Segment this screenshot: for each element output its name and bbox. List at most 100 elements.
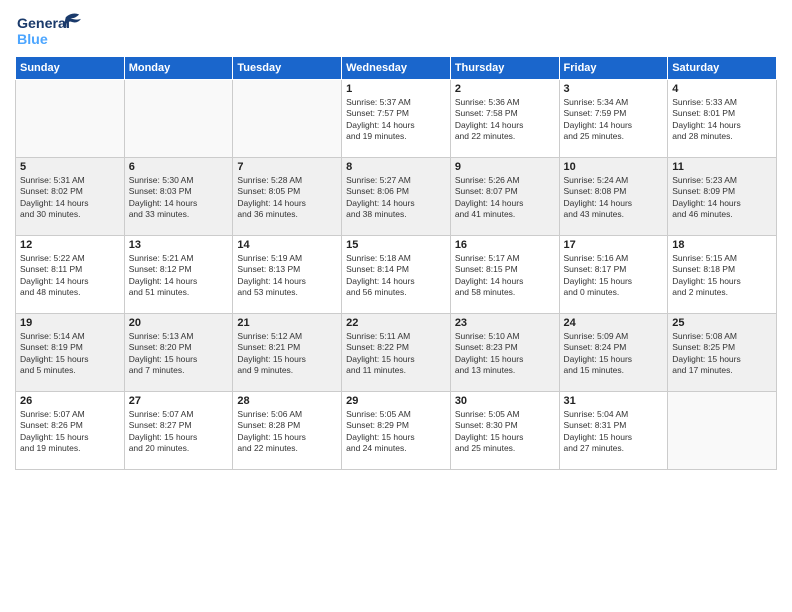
day-number: 6 bbox=[129, 161, 229, 173]
svg-text:General: General bbox=[17, 16, 70, 32]
day-number: 16 bbox=[455, 239, 555, 251]
day-number: 7 bbox=[237, 161, 337, 173]
calendar-cell: 22Sunrise: 5:11 AM Sunset: 8:22 PM Dayli… bbox=[342, 314, 451, 392]
cell-info: Sunrise: 5:21 AM Sunset: 8:12 PM Dayligh… bbox=[129, 253, 229, 299]
day-number: 9 bbox=[455, 161, 555, 173]
page-container: General Blue SundayMondayTuesdayWednesda… bbox=[0, 0, 792, 478]
calendar-cell: 1Sunrise: 5:37 AM Sunset: 7:57 PM Daylig… bbox=[342, 80, 451, 158]
calendar-cell: 23 Sunrise: 5:10 AM Sunset: 8:23 PM Dayli… bbox=[450, 314, 559, 392]
calendar-cell: 11Sunrise: 5:23 AM Sunset: 8:09 PM Dayli… bbox=[668, 158, 777, 236]
day-number: 26 bbox=[20, 395, 120, 407]
weekday-header-saturday: Saturday bbox=[668, 57, 777, 80]
day-number: 10 bbox=[564, 161, 664, 173]
weekday-header-row: SundayMondayTuesdayWednesdayThursdayFrid… bbox=[16, 57, 777, 80]
svg-text:Blue: Blue bbox=[17, 32, 48, 48]
weekday-header-sunday: Sunday bbox=[16, 57, 125, 80]
calendar-cell: 28 Sunrise: 5:06 AM Sunset: 8:28 PM Dayli… bbox=[233, 392, 342, 470]
day-number: 31 bbox=[564, 395, 664, 407]
calendar-cell: 27 Sunrise: 5:07 AM Sunset: 8:27 PM Dayli… bbox=[124, 392, 233, 470]
day-number: 15 bbox=[346, 239, 446, 251]
day-number: 3 bbox=[564, 83, 664, 95]
day-number: 13 bbox=[129, 239, 229, 251]
cell-info: Sunrise: 5:06 AM Sunset: 8:28 PM Dayligh… bbox=[237, 409, 337, 455]
day-number: 17 bbox=[564, 239, 664, 251]
calendar-cell: 8Sunrise: 5:27 AM Sunset: 8:06 PM Daylig… bbox=[342, 158, 451, 236]
cell-info: Sunrise: 5:13 AM Sunset: 8:20 PM Dayligh… bbox=[129, 331, 229, 377]
calendar-cell: 15 Sunrise: 5:18 AM Sunset: 8:14 PM Dayli… bbox=[342, 236, 451, 314]
cell-info: Sunrise: 5:28 AM Sunset: 8:05 PM Dayligh… bbox=[237, 175, 337, 221]
weekday-header-wednesday: Wednesday bbox=[342, 57, 451, 80]
calendar-cell: 13 Sunrise: 5:21 AM Sunset: 8:12 PM Dayli… bbox=[124, 236, 233, 314]
day-number: 23 bbox=[455, 317, 555, 329]
cell-info: Sunrise: 5:05 AM Sunset: 8:30 PM Dayligh… bbox=[455, 409, 555, 455]
calendar-cell: 26Sunrise: 5:07 AM Sunset: 8:26 PM Dayli… bbox=[16, 392, 125, 470]
calendar-week-4: 19 Sunrise: 5:14 AM Sunset: 8:19 PM Dayli… bbox=[16, 314, 777, 392]
logo-svg: General Blue bbox=[15, 10, 90, 50]
day-number: 27 bbox=[129, 395, 229, 407]
day-number: 30 bbox=[455, 395, 555, 407]
calendar-cell: 16Sunrise: 5:17 AM Sunset: 8:15 PM Dayli… bbox=[450, 236, 559, 314]
day-number: 5 bbox=[20, 161, 120, 173]
calendar-week-2: 5Sunrise: 5:31 AM Sunset: 8:02 PM Daylig… bbox=[16, 158, 777, 236]
header: General Blue bbox=[15, 10, 777, 50]
calendar-cell: 7 Sunrise: 5:28 AM Sunset: 8:05 PM Daylig… bbox=[233, 158, 342, 236]
cell-info: Sunrise: 5:12 AM Sunset: 8:21 PM Dayligh… bbox=[237, 331, 337, 377]
calendar-week-5: 26Sunrise: 5:07 AM Sunset: 8:26 PM Dayli… bbox=[16, 392, 777, 470]
calendar-week-3: 12 Sunrise: 5:22 AM Sunset: 8:11 PM Dayli… bbox=[16, 236, 777, 314]
day-number: 21 bbox=[237, 317, 337, 329]
day-number: 28 bbox=[237, 395, 337, 407]
cell-info: Sunrise: 5:04 AM Sunset: 8:31 PM Dayligh… bbox=[564, 409, 664, 455]
calendar-cell: 5Sunrise: 5:31 AM Sunset: 8:02 PM Daylig… bbox=[16, 158, 125, 236]
calendar-cell bbox=[16, 80, 125, 158]
cell-info: Sunrise: 5:15 AM Sunset: 8:18 PM Dayligh… bbox=[672, 253, 772, 299]
calendar-cell: 31 Sunrise: 5:04 AM Sunset: 8:31 PM Dayli… bbox=[559, 392, 668, 470]
calendar-cell: 9 Sunrise: 5:26 AM Sunset: 8:07 PM Daylig… bbox=[450, 158, 559, 236]
cell-info: Sunrise: 5:33 AM Sunset: 8:01 PM Dayligh… bbox=[672, 97, 772, 143]
weekday-header-thursday: Thursday bbox=[450, 57, 559, 80]
cell-info: Sunrise: 5:19 AM Sunset: 8:13 PM Dayligh… bbox=[237, 253, 337, 299]
day-number: 8 bbox=[346, 161, 446, 173]
day-number: 11 bbox=[672, 161, 772, 173]
cell-info: Sunrise: 5:37 AM Sunset: 7:57 PM Dayligh… bbox=[346, 97, 446, 143]
day-number: 29 bbox=[346, 395, 446, 407]
calendar-cell: 19 Sunrise: 5:14 AM Sunset: 8:19 PM Dayli… bbox=[16, 314, 125, 392]
cell-info: Sunrise: 5:05 AM Sunset: 8:29 PM Dayligh… bbox=[346, 409, 446, 455]
day-number: 14 bbox=[237, 239, 337, 251]
calendar-cell: 17Sunrise: 5:16 AM Sunset: 8:17 PM Dayli… bbox=[559, 236, 668, 314]
cell-info: Sunrise: 5:10 AM Sunset: 8:23 PM Dayligh… bbox=[455, 331, 555, 377]
day-number: 25 bbox=[672, 317, 772, 329]
calendar-week-1: 1Sunrise: 5:37 AM Sunset: 7:57 PM Daylig… bbox=[16, 80, 777, 158]
calendar-cell: 10 Sunrise: 5:24 AM Sunset: 8:08 PM Dayli… bbox=[559, 158, 668, 236]
calendar-cell: 29 Sunrise: 5:05 AM Sunset: 8:29 PM Dayli… bbox=[342, 392, 451, 470]
calendar-cell: 20Sunrise: 5:13 AM Sunset: 8:20 PM Dayli… bbox=[124, 314, 233, 392]
cell-info: Sunrise: 5:26 AM Sunset: 8:07 PM Dayligh… bbox=[455, 175, 555, 221]
day-number: 2 bbox=[455, 83, 555, 95]
weekday-header-friday: Friday bbox=[559, 57, 668, 80]
calendar-cell: 3 Sunrise: 5:34 AM Sunset: 7:59 PM Daylig… bbox=[559, 80, 668, 158]
calendar-cell: 18Sunrise: 5:15 AM Sunset: 8:18 PM Dayli… bbox=[668, 236, 777, 314]
calendar-cell: 12 Sunrise: 5:22 AM Sunset: 8:11 PM Dayli… bbox=[16, 236, 125, 314]
day-number: 19 bbox=[20, 317, 120, 329]
cell-info: Sunrise: 5:18 AM Sunset: 8:14 PM Dayligh… bbox=[346, 253, 446, 299]
calendar-cell: 4 Sunrise: 5:33 AM Sunset: 8:01 PM Daylig… bbox=[668, 80, 777, 158]
cell-info: Sunrise: 5:07 AM Sunset: 8:27 PM Dayligh… bbox=[129, 409, 229, 455]
cell-info: Sunrise: 5:34 AM Sunset: 7:59 PM Dayligh… bbox=[564, 97, 664, 143]
calendar-cell: 2 Sunrise: 5:36 AM Sunset: 7:58 PM Daylig… bbox=[450, 80, 559, 158]
calendar-cell: 24Sunrise: 5:09 AM Sunset: 8:24 PM Dayli… bbox=[559, 314, 668, 392]
cell-info: Sunrise: 5:08 AM Sunset: 8:25 PM Dayligh… bbox=[672, 331, 772, 377]
calendar-cell: 14 Sunrise: 5:19 AM Sunset: 8:13 PM Dayli… bbox=[233, 236, 342, 314]
calendar-cell bbox=[668, 392, 777, 470]
calendar-cell: 21 Sunrise: 5:12 AM Sunset: 8:21 PM Dayli… bbox=[233, 314, 342, 392]
calendar-cell bbox=[233, 80, 342, 158]
calendar-table: SundayMondayTuesdayWednesdayThursdayFrid… bbox=[15, 56, 777, 470]
day-number: 4 bbox=[672, 83, 772, 95]
day-number: 12 bbox=[20, 239, 120, 251]
weekday-header-tuesday: Tuesday bbox=[233, 57, 342, 80]
cell-info: Sunrise: 5:14 AM Sunset: 8:19 PM Dayligh… bbox=[20, 331, 120, 377]
cell-info: Sunrise: 5:09 AM Sunset: 8:24 PM Dayligh… bbox=[564, 331, 664, 377]
cell-info: Sunrise: 5:22 AM Sunset: 8:11 PM Dayligh… bbox=[20, 253, 120, 299]
logo: General Blue bbox=[15, 10, 90, 50]
cell-info: Sunrise: 5:24 AM Sunset: 8:08 PM Dayligh… bbox=[564, 175, 664, 221]
cell-info: Sunrise: 5:36 AM Sunset: 7:58 PM Dayligh… bbox=[455, 97, 555, 143]
calendar-cell: 30 Sunrise: 5:05 AM Sunset: 8:30 PM Dayli… bbox=[450, 392, 559, 470]
